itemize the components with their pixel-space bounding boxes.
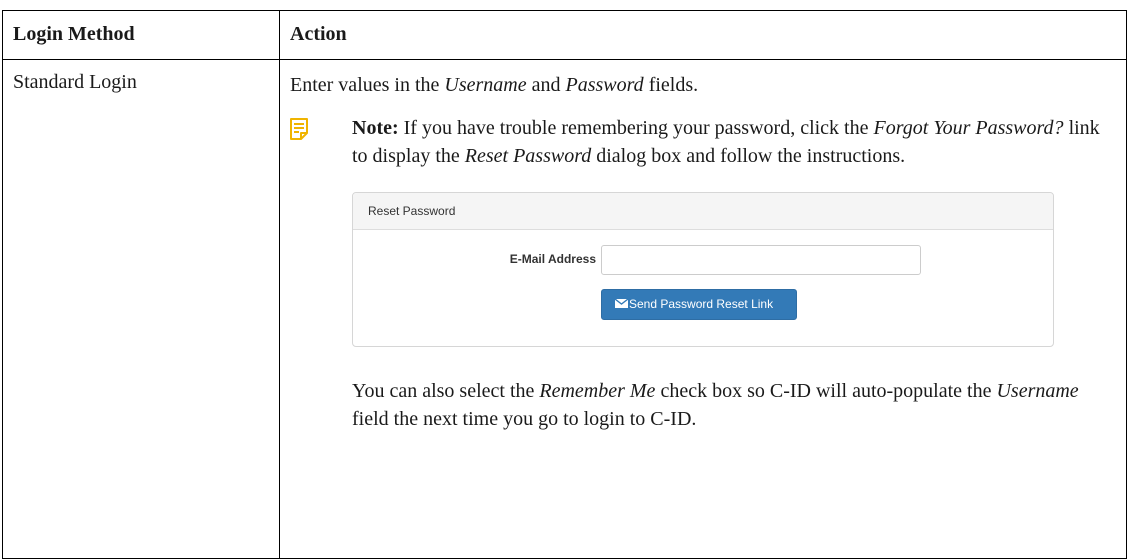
reset-password-dialog: Reset Password E-Mail Address Send Passw… — [352, 192, 1054, 347]
username-term: Username — [996, 380, 1079, 402]
header-action: Action — [279, 10, 1127, 60]
table-row: Standard Login Enter values in the Usern… — [2, 59, 1127, 559]
login-method-cell: Standard Login — [2, 59, 280, 559]
login-method-table: Login Method Action Standard Login Enter… — [2, 10, 1127, 559]
note-icon — [290, 118, 308, 140]
remember-me-term: Remember Me — [539, 380, 656, 402]
table-header-row: Login Method Action — [2, 10, 1127, 60]
reset-password-term: Reset Password — [464, 145, 592, 167]
note-text-part: If you have trouble remembering your pas… — [398, 117, 874, 139]
forgot-password-link-term: Forgot Your Password? — [873, 117, 1064, 139]
username-term: Username — [444, 74, 527, 96]
note-text-part: dialog box and follow the instructions. — [591, 145, 906, 167]
send-reset-link-label: Send Password Reset Link — [629, 297, 774, 311]
email-label: E-Mail Address — [509, 252, 596, 266]
note-label: Note: — [352, 117, 399, 139]
after-text-part: field the next time you go to login to C… — [352, 408, 697, 430]
after-text-part: check box so C-ID will auto-populate the — [655, 380, 997, 402]
email-input[interactable] — [601, 245, 921, 275]
intro-text-part: fields. — [643, 74, 699, 96]
note-block: Note: If you have trouble remembering yo… — [290, 114, 1116, 433]
intro-text-part: and — [526, 74, 566, 96]
note-text: Note: If you have trouble remembering yo… — [352, 114, 1116, 170]
after-text-part: You can also select the — [352, 380, 540, 402]
header-login-method: Login Method — [2, 10, 280, 60]
intro-text-part: Enter values in the — [290, 74, 445, 96]
dialog-title: Reset Password — [353, 193, 1053, 230]
action-cell: Enter values in the Username and Passwor… — [279, 59, 1127, 559]
intro-text: Enter values in the Username and Passwor… — [290, 71, 1116, 99]
envelope-icon — [615, 299, 628, 309]
send-reset-link-button[interactable]: Send Password Reset Link — [601, 289, 797, 320]
password-term: Password — [565, 74, 644, 96]
remember-me-text: You can also select the Remember Me chec… — [352, 377, 1116, 433]
